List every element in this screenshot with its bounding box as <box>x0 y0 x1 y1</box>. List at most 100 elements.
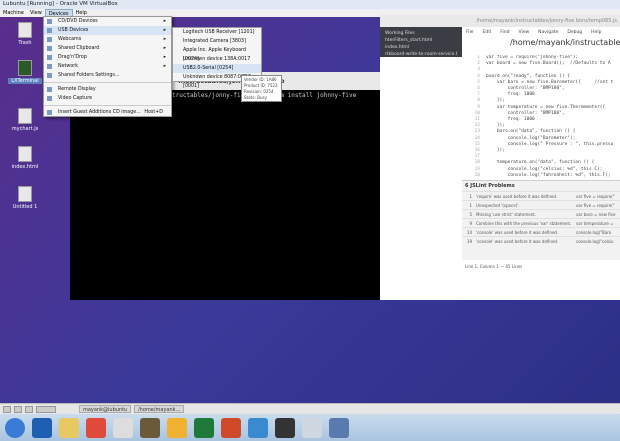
editor-menu-item[interactable]: Debug <box>567 30 582 35</box>
menu-item[interactable]: Video Capture <box>44 94 171 103</box>
lint-row[interactable]: 1 'require' was used before it was define… <box>462 191 620 200</box>
lint-line: 19 <box>466 239 472 244</box>
code-text: var temperature = new five.Thermometer({ <box>486 104 611 110</box>
menu-item[interactable]: Shared Folders Settings... <box>44 71 171 80</box>
launcher-icon[interactable] <box>14 405 22 413</box>
menu-item[interactable]: USB Devices ▸ <box>44 26 171 35</box>
code-text: baro.on("data", function () { <box>486 129 576 135</box>
desktop-icon[interactable]: index.html <box>8 146 42 170</box>
code-line: 20 console.log("fahrenheit: %d", this.F)… <box>462 173 620 179</box>
calculator-icon[interactable] <box>113 417 133 438</box>
device-icon <box>47 46 52 51</box>
editor-menu-item[interactable]: Find <box>500 30 509 35</box>
menu-machine[interactable]: Machine <box>0 9 27 17</box>
menu-item[interactable]: CD/DVD Devices ▸ <box>44 17 171 26</box>
taskbar-item-terminal[interactable]: mayank@lubuntu <box>79 405 131 413</box>
menu-separator <box>44 105 171 106</box>
launcher-icon[interactable] <box>25 405 33 413</box>
usb-tooltip: Vendor ID: 1A86 Product ID: 7523 Revision:… <box>241 75 282 102</box>
lint-row[interactable]: 19 'console' was used before it was defin… <box>462 236 620 245</box>
chrome-icon[interactable] <box>86 417 106 438</box>
menu-shortcut: Host+D <box>144 110 163 115</box>
menu-icon[interactable] <box>3 405 11 413</box>
lint-row[interactable]: 5 Missing 'use strict' statement. var baro… <box>462 209 620 218</box>
menu-separator <box>44 82 171 83</box>
editor-menu-item[interactable]: Navigate <box>538 30 558 35</box>
virtualbox-icon[interactable] <box>329 417 349 438</box>
chevron-right-icon: ▸ <box>163 64 166 69</box>
lint-code: console.log("celsiu <box>576 239 614 244</box>
usb-device-item[interactable]: Apple Inc. Apple Keyboard [0074] <box>173 46 261 62</box>
code-editor[interactable]: 1 var five = require("johnny-five"); 2 var … <box>462 55 620 180</box>
lint-line: 9 <box>469 221 472 226</box>
editor-menu-item[interactable]: Help <box>591 30 601 35</box>
desktop-icon-label: mychart.js <box>11 126 39 132</box>
outlook-icon[interactable] <box>32 417 52 438</box>
device-icon <box>47 110 52 115</box>
menu-item-label: Video Capture <box>58 96 93 101</box>
file-item[interactable]: rtkboard-write-to-room-service.html <box>385 51 457 58</box>
notepad-icon[interactable] <box>302 417 322 438</box>
device-icon <box>47 64 52 69</box>
editor-menu-item[interactable]: Edit <box>483 30 492 35</box>
working-files-label: Working Files <box>385 31 415 36</box>
device-icon <box>47 96 52 101</box>
file-item[interactable]: index.html <box>385 44 457 51</box>
menu-item[interactable]: Webcams ▸ <box>44 35 171 44</box>
chevron-right-icon: ▸ <box>163 19 166 24</box>
device-icon <box>47 55 52 60</box>
file-item[interactable]: hterFilters_start.html <box>385 37 457 44</box>
lint-row[interactable]: 1 Unexpected '(space)'. var five = require… <box>462 200 620 209</box>
desktop-icon-label: Untitled 1 <box>12 204 38 210</box>
line-number: 20 <box>474 172 480 178</box>
app-icon[interactable] <box>140 417 160 438</box>
editor-menu-item[interactable]: File <box>466 30 474 35</box>
code-text: console.log("fahrenheit: %d", this.F); <box>486 172 611 178</box>
lint-msg: Missing 'use strict' statement. <box>476 212 537 217</box>
taskbar-item-folder[interactable]: /home/mayank... <box>134 405 184 413</box>
lint-row[interactable]: 14 'console' was used before it was defin… <box>462 227 620 236</box>
desktop-icon[interactable]: mychart.js <box>8 108 42 132</box>
menu-item[interactable]: Network ▸ <box>44 62 171 71</box>
desktop-icon-label: LXTerminal <box>8 78 42 84</box>
menu-item[interactable]: Drag'n'Drop ▸ <box>44 53 171 62</box>
headset-icon[interactable] <box>275 417 295 438</box>
usb-device-item[interactable]: Unknown device 138A:0017 [0078] <box>173 55 261 71</box>
menu-item-label: Shared Clipboard <box>58 46 100 51</box>
desktop-icon[interactable]: Untitled 1 <box>8 186 42 210</box>
lint-row[interactable]: 9 Combine this with the previous 'var' st… <box>462 218 620 227</box>
menu-item-label: Drag'n'Drop <box>58 55 87 60</box>
working-files-sidebar: Working Files hterFilters_start.html ind… <box>380 27 462 57</box>
file-icon <box>18 60 32 76</box>
excel-icon[interactable] <box>194 417 214 438</box>
app2-icon[interactable] <box>167 417 187 438</box>
code-text: controller: "BMP180", <box>486 86 565 92</box>
devices-dropdown: CD/DVD Devices ▸ USB Devices ▸ Webcams ▸ Share… <box>43 16 172 117</box>
desktop-icon[interactable]: Trash <box>8 22 42 46</box>
file-icon <box>18 186 32 202</box>
usb-device-item[interactable]: Integrated Camera [3803] <box>173 37 261 46</box>
device-icon <box>47 19 52 24</box>
chevron-right-icon: ▸ <box>163 37 166 42</box>
chevron-right-icon: ▸ <box>163 55 166 60</box>
code-text: console.log(" Pressure : ", this.pressu <box>486 141 614 147</box>
powerpoint-icon[interactable] <box>221 417 241 438</box>
remote-icon[interactable] <box>248 417 268 438</box>
desktop-icon[interactable]: LXTerminal <box>8 60 42 84</box>
code-text: board.on("ready", function () { <box>486 73 570 79</box>
usb-device-item[interactable]: Logitech USB Receiver [1201] <box>173 28 261 37</box>
editor-path: /home/mayank/instructables <box>510 38 620 47</box>
menu-item[interactable]: Insert Guest Additions CD image... Host+D <box>44 108 171 117</box>
menu-item[interactable]: Remote Display <box>44 85 171 94</box>
lint-line: 5 <box>469 212 472 217</box>
menu-item[interactable]: Shared Clipboard ▸ <box>44 44 171 53</box>
workspace-switcher[interactable] <box>36 405 56 413</box>
lint-msg: 'console' was used before it was defined… <box>476 239 559 244</box>
usb-device-item[interactable]: USB2.0-Serial [0254] <box>173 64 261 73</box>
lint-line: 1 <box>469 203 472 208</box>
explorer-icon[interactable] <box>59 417 79 438</box>
lint-code: var five = require(" <box>576 203 615 208</box>
tooltip-line: State: Busy <box>244 95 267 100</box>
editor-menu-item[interactable]: View <box>518 30 529 35</box>
start-icon[interactable] <box>5 417 25 438</box>
